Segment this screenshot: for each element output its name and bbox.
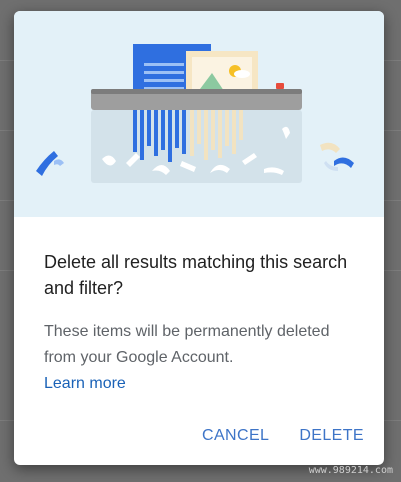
cancel-button[interactable]: CANCEL [202, 427, 269, 445]
dialog-actions: CANCEL DELETE [202, 422, 364, 450]
dialog-title: Delete all results matching this search … [44, 252, 348, 298]
shredder-illustration [14, 11, 384, 217]
delete-confirmation-dialog: Delete all results matching this search … [14, 11, 384, 465]
dialog-body-text: These items will be permanently deleted … [44, 323, 330, 366]
shredder-graphic [36, 44, 354, 183]
watermark-text: www.989214.com [308, 465, 393, 476]
dialog-body: These items will be permanently deleted … [44, 319, 364, 397]
delete-button[interactable]: DELETE [299, 427, 364, 445]
learn-more-link[interactable]: Learn more [44, 371, 364, 397]
